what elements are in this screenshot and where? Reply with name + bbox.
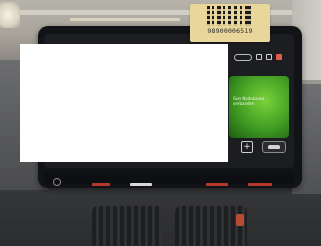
vehicle-button[interactable] xyxy=(262,141,286,153)
car-status-icon xyxy=(234,54,252,61)
temperature-slider-right[interactable] xyxy=(206,183,228,186)
status-icon-row xyxy=(256,52,292,62)
connection-widget[interactable] xyxy=(229,76,289,138)
connection-widget-text: Gen Nodokaran verbanden xyxy=(233,96,265,106)
add-button[interactable]: + xyxy=(241,141,253,153)
ceiling-rail xyxy=(0,10,321,15)
qr-code-pattern xyxy=(207,6,251,26)
phone-icon xyxy=(266,54,272,60)
fan-slider[interactable] xyxy=(130,183,152,186)
connectivity-icon xyxy=(256,54,262,60)
alert-icon xyxy=(276,54,282,60)
air-vent-right xyxy=(175,206,247,246)
ceiling-beam xyxy=(70,18,180,21)
photo-scene: Gen Nodokaran verbanden + 98900006519 xyxy=(0,0,321,246)
air-vent-left xyxy=(92,206,162,246)
redaction-box xyxy=(20,44,228,162)
home-icon[interactable] xyxy=(53,178,61,186)
vent-accent-red xyxy=(236,214,244,226)
temperature-slider-left[interactable] xyxy=(92,183,110,186)
seat-heat-slider[interactable] xyxy=(248,183,272,186)
ceiling-lamp xyxy=(0,2,20,28)
qr-sticker-number: 98900006519 xyxy=(207,27,253,35)
